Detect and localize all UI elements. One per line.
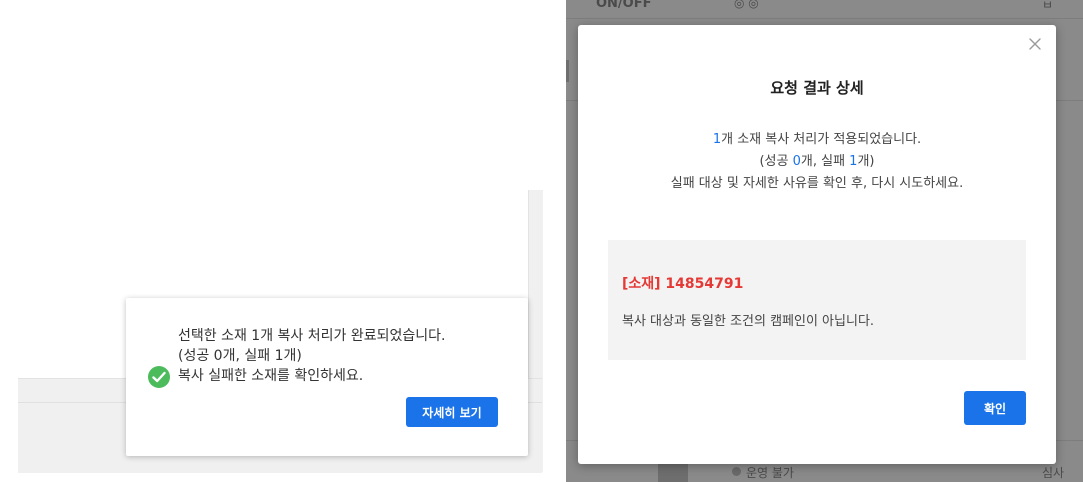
result-mid: 개, 실패 bbox=[800, 154, 850, 169]
failure-detail-box: [소재] 14854791 복사 대상과 동일한 조건의 캠페인이 아닙니다. bbox=[608, 240, 1026, 360]
close-icon[interactable] bbox=[1026, 35, 1044, 53]
modal-body-line-2: (성공 0개, 실패 1개) bbox=[578, 151, 1056, 173]
status-dot-icon bbox=[732, 467, 741, 476]
background-row-divider bbox=[566, 18, 1083, 19]
background-header-mid: ◎ ◎ bbox=[734, 0, 759, 10]
toast-line-2: (성공 0개, 실패 1개) bbox=[178, 348, 302, 364]
modal-body-line-1: 1개 소재 복사 처리가 적용되었습니다. bbox=[578, 129, 1056, 151]
toast-notification: 선택한 소재 1개 복사 처리가 완료되었습니다. (성공 0개, 실패 1개)… bbox=[126, 298, 528, 456]
view-details-button[interactable]: 자세히 보기 bbox=[406, 397, 498, 427]
left-panel: 선택한 소재 1개 복사 처리가 완료되었습니다. (성공 0개, 실패 1개)… bbox=[0, 0, 560, 482]
toast-message: 선택한 소재 1개 복사 처리가 완료되었습니다. (성공 0개, 실패 1개)… bbox=[178, 326, 445, 386]
modal-body: 1개 소재 복사 처리가 적용되었습니다. (성공 0개, 실패 1개) 실패 … bbox=[578, 129, 1056, 195]
result-detail-modal: 요청 결과 상세 1개 소재 복사 처리가 적용되었습니다. (성공 0개, 실… bbox=[578, 25, 1056, 464]
modal-title: 요청 결과 상세 bbox=[770, 79, 864, 97]
applied-count: 1 bbox=[712, 132, 722, 147]
success-count: 0 bbox=[792, 154, 801, 169]
background-edge bbox=[566, 60, 569, 82]
background-cell-right: 심사 bbox=[1042, 466, 1065, 480]
modal-body-line-3: 실패 대상 및 자세한 사유를 확인 후, 다시 시도하세요. bbox=[670, 176, 964, 191]
toast-line-3: 복사 실패한 소재를 확인하세요. bbox=[178, 368, 364, 384]
background-header-right: ㅂ bbox=[1042, 0, 1054, 12]
check-circle-icon bbox=[148, 366, 170, 388]
confirm-button[interactable]: 확인 bbox=[964, 391, 1026, 425]
toast-line-1: 선택한 소재 1개 복사 처리가 완료되었습니다. bbox=[178, 328, 446, 344]
failure-reason: 복사 대상과 동일한 조건의 캠페인이 아닙니다. bbox=[622, 314, 875, 329]
background-header-label: ON/OFF bbox=[596, 0, 652, 11]
applied-text: 개 소재 복사 처리가 적용되었습니다. bbox=[721, 132, 922, 147]
background-toggle bbox=[658, 464, 688, 482]
result-prefix: (성공 bbox=[759, 154, 793, 169]
background-status-text: 운영 불가 bbox=[746, 466, 794, 480]
failure-item-id: [소재] 14854791 bbox=[622, 276, 744, 292]
result-suffix: 개) bbox=[857, 154, 875, 169]
right-panel: ON/OFF ◎ ◎ ㅂ 운영 불가 심사 요청 결과 상세 1개 소재 복사 … bbox=[566, 0, 1083, 482]
